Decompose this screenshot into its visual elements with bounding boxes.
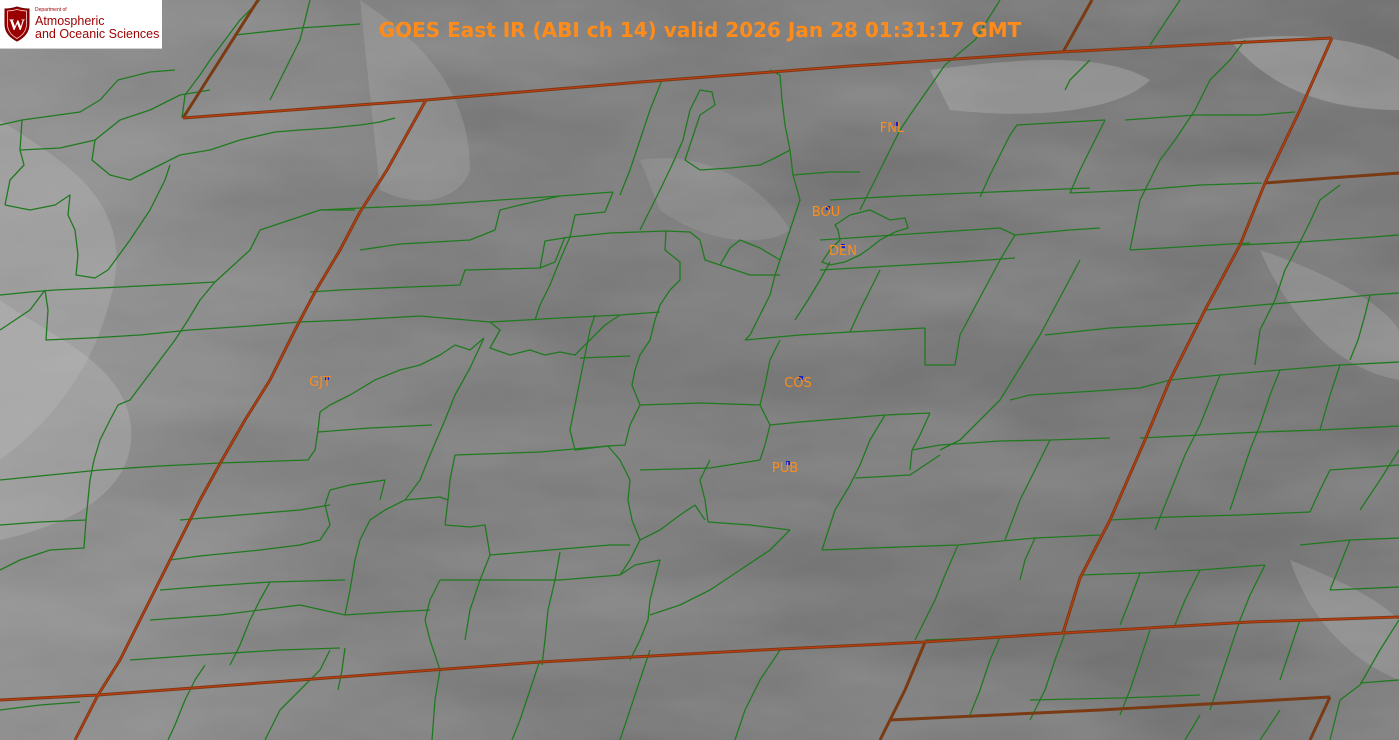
station-label: BOU	[812, 205, 840, 220]
station-fnl[interactable]: FNL	[880, 121, 905, 136]
crest-letter: W	[9, 17, 25, 34]
station-label: FNL	[880, 121, 905, 136]
logo-line-2: and Oceanic Sciences	[35, 27, 160, 41]
satellite-map: GOES East IR (ABI ch 14) valid 2026 Jan …	[0, 0, 1399, 740]
station-den[interactable]: DEN	[829, 244, 857, 259]
station-label: DEN	[829, 244, 857, 259]
logo-department: Department of	[35, 6, 67, 13]
logo-line-1: Atmospheric	[35, 13, 105, 28]
station-label: PUB	[772, 461, 798, 476]
station-label: COS	[784, 376, 812, 391]
station-pub[interactable]: PUB	[772, 461, 798, 476]
map-title: GOES East IR (ABI ch 14) valid 2026 Jan …	[379, 18, 1022, 42]
station-label: GJT	[309, 375, 331, 390]
station-bou[interactable]: BOU	[812, 205, 840, 220]
ir-background	[0, 0, 1399, 740]
station-gjt[interactable]: GJT	[309, 375, 331, 390]
department-logo[interactable]: W Department of Atmospheric and Oceanic …	[0, 0, 162, 49]
uw-crest-icon: W	[4, 6, 30, 42]
station-cos[interactable]: COS	[784, 376, 812, 391]
map-title-text: GOES East IR (ABI ch 14) valid 2026 Jan …	[379, 18, 1022, 42]
logo-text: Department of Atmospheric and Oceanic Sc…	[35, 6, 160, 41]
